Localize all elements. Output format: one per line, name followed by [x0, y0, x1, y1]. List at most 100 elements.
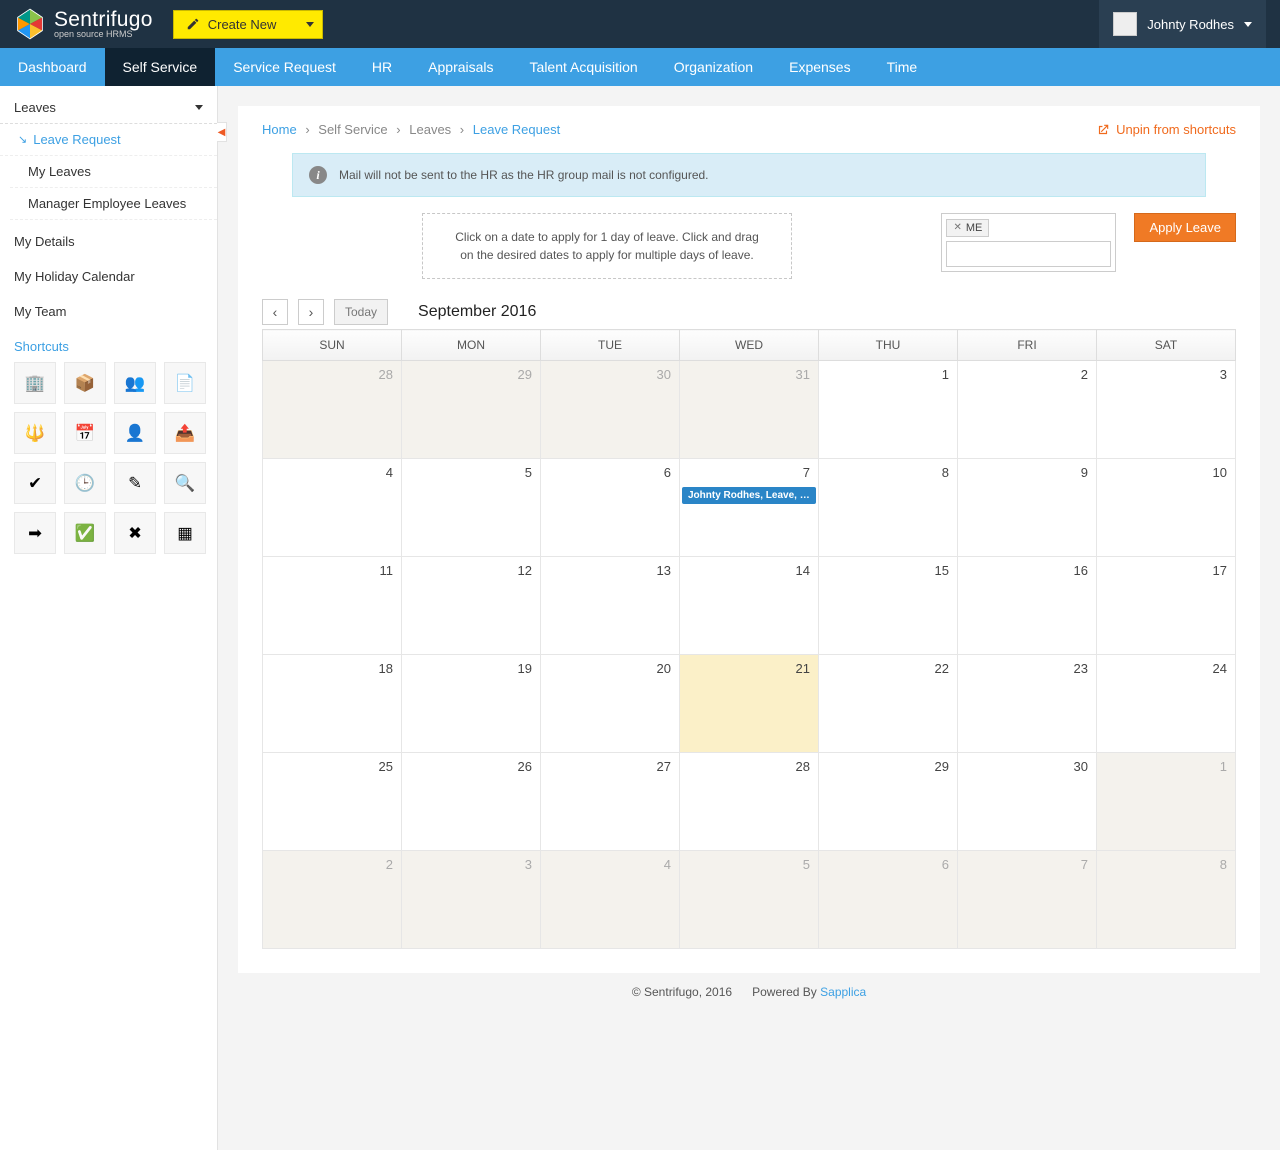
filter-search-input[interactable]	[953, 247, 1108, 261]
calendar-next-button[interactable]: ›	[298, 299, 324, 325]
calendar-cell[interactable]: 20	[541, 655, 680, 753]
nav-item-talent-acquisition[interactable]: Talent Acquisition	[512, 48, 656, 86]
calendar-cell[interactable]: 7Johnty Rodhes, Leave, (P)	[680, 459, 819, 557]
nav-item-appraisals[interactable]: Appraisals	[410, 48, 511, 86]
calendar-cell[interactable]: 30	[958, 753, 1097, 851]
calendar-cell[interactable]: 24	[1097, 655, 1236, 753]
package-icon: 📦	[74, 372, 96, 394]
calendar-cell[interactable]: 22	[819, 655, 958, 753]
calendar-cell[interactable]: 4	[263, 459, 402, 557]
users-icon[interactable]: 👥	[114, 362, 156, 404]
nav-item-organization[interactable]: Organization	[656, 48, 771, 86]
calendar-cell[interactable]: 2	[263, 851, 402, 949]
calendar-cell[interactable]: 11	[263, 557, 402, 655]
sidebar-item-leave-request[interactable]: ↘Leave Request	[0, 124, 217, 156]
doc-search-icon[interactable]: 🔍	[164, 462, 206, 504]
remove-tag-icon[interactable]: ✕	[953, 222, 961, 233]
calendar-cell[interactable]: 28	[263, 361, 402, 459]
doc-edit-icon[interactable]: ✎	[114, 462, 156, 504]
calendar-cell[interactable]: 5	[680, 851, 819, 949]
filter-tag-box[interactable]: ✕ ME	[941, 213, 1116, 272]
calendar-cell[interactable]: 6	[819, 851, 958, 949]
calendar-cell[interactable]: 30	[541, 361, 680, 459]
org-icon[interactable]: 🔱	[14, 412, 56, 454]
nav-item-service-request[interactable]: Service Request	[215, 48, 354, 86]
nav-item-dashboard[interactable]: Dashboard	[0, 48, 105, 86]
logo[interactable]: Sentrifugo open source HRMS	[14, 8, 153, 40]
calendar-cell[interactable]: 21	[680, 655, 819, 753]
calendar-cell[interactable]: 29	[819, 753, 958, 851]
sidebar-section-leaves[interactable]: Leaves	[0, 92, 217, 124]
user-check-icon: ✔	[24, 472, 46, 494]
calendar-cell[interactable]: 17	[1097, 557, 1236, 655]
sidebar-item-my-team[interactable]: My Team	[0, 296, 217, 327]
create-new-button[interactable]: Create New	[173, 10, 323, 39]
calendar-cell[interactable]: 8	[1097, 851, 1236, 949]
calendar-cell[interactable]: 23	[958, 655, 1097, 753]
calendar-cell[interactable]: 3	[402, 851, 541, 949]
calendar-cell[interactable]: 16	[958, 557, 1097, 655]
package-icon[interactable]: 📦	[64, 362, 106, 404]
footer-powered-link[interactable]: Sapplica	[820, 985, 866, 999]
calendar-cell[interactable]: 28	[680, 753, 819, 851]
doc-check-icon[interactable]: ✅	[64, 512, 106, 554]
sidebar-item-manager-employee-leaves[interactable]: Manager Employee Leaves	[10, 188, 217, 220]
apply-leave-button[interactable]: Apply Leave	[1134, 213, 1236, 242]
sidebar-item-label: Manager Employee Leaves	[28, 196, 186, 211]
sidebar-item-my-details[interactable]: My Details	[0, 226, 217, 257]
nav-item-hr[interactable]: HR	[354, 48, 410, 86]
calendar-cell[interactable]: 13	[541, 557, 680, 655]
calendar-cell[interactable]: 19	[402, 655, 541, 753]
calendar-cell[interactable]: 18	[263, 655, 402, 753]
calendar-day-number: 1	[1220, 759, 1227, 774]
calendar-prev-button[interactable]: ‹	[262, 299, 288, 325]
doc-x-icon[interactable]: ✖	[114, 512, 156, 554]
calendar-cell[interactable]: 2	[958, 361, 1097, 459]
calendar-cell[interactable]: 8	[819, 459, 958, 557]
calendar-cell[interactable]: 3	[1097, 361, 1236, 459]
breadcrumb-home[interactable]: Home	[262, 122, 297, 137]
user-check-icon[interactable]: ✔	[14, 462, 56, 504]
calendar-cell[interactable]: 6	[541, 459, 680, 557]
nav-item-time[interactable]: Time	[869, 48, 936, 86]
calendar-cell[interactable]: 4	[541, 851, 680, 949]
user-menu[interactable]: Johnty Rodhes	[1099, 0, 1266, 48]
calendar-cell[interactable]: 9	[958, 459, 1097, 557]
calendar-day-number: 6	[942, 857, 949, 872]
nav-item-self-service[interactable]: Self Service	[105, 48, 216, 86]
calendar-event[interactable]: Johnty Rodhes, Leave, (P)	[682, 487, 816, 504]
calendar-cell[interactable]: 5	[402, 459, 541, 557]
calendar-cell[interactable]: 15	[819, 557, 958, 655]
calendar-cell[interactable]: 14	[680, 557, 819, 655]
calendar-cell[interactable]: 31	[680, 361, 819, 459]
calendar-cell[interactable]: 29	[402, 361, 541, 459]
add-user-icon[interactable]: 👤	[114, 412, 156, 454]
calendar-cell[interactable]: 7	[958, 851, 1097, 949]
calendar-day-number: 20	[657, 661, 671, 676]
calendar-cell[interactable]: 25	[263, 753, 402, 851]
calendar-cell[interactable]: 27	[541, 753, 680, 851]
sidebar-item-my-holiday-calendar[interactable]: My Holiday Calendar	[0, 261, 217, 292]
nav-item-expenses[interactable]: Expenses	[771, 48, 868, 86]
grid-icon[interactable]: ▦	[164, 512, 206, 554]
calendar-cell[interactable]: 10	[1097, 459, 1236, 557]
calendar-cell[interactable]: 1	[819, 361, 958, 459]
filter-search[interactable]	[946, 241, 1111, 267]
doc-forward-icon[interactable]: 📤	[164, 412, 206, 454]
doc-clock-icon[interactable]: 🕒	[64, 462, 106, 504]
user-forward-icon[interactable]: ➡	[14, 512, 56, 554]
logo-text: Sentrifugo open source HRMS	[54, 9, 153, 39]
building-icon[interactable]: 🏢	[14, 362, 56, 404]
unpin-shortcut-button[interactable]: Unpin from shortcuts	[1096, 122, 1236, 137]
breadcrumb-part: Leaves	[409, 122, 451, 137]
calendar-cell[interactable]: 12	[402, 557, 541, 655]
calendar-today-button[interactable]: Today	[334, 299, 388, 325]
sidebar-item-my-leaves[interactable]: My Leaves	[10, 156, 217, 188]
doc-user-icon[interactable]: 📄	[164, 362, 206, 404]
calendar-day-number: 22	[935, 661, 949, 676]
svg-text:🔍: 🔍	[175, 473, 196, 493]
calendar-user-icon[interactable]: 📅	[64, 412, 106, 454]
sidebar-collapse-handle[interactable]: ◀	[217, 122, 227, 142]
calendar-cell[interactable]: 1	[1097, 753, 1236, 851]
calendar-cell[interactable]: 26	[402, 753, 541, 851]
